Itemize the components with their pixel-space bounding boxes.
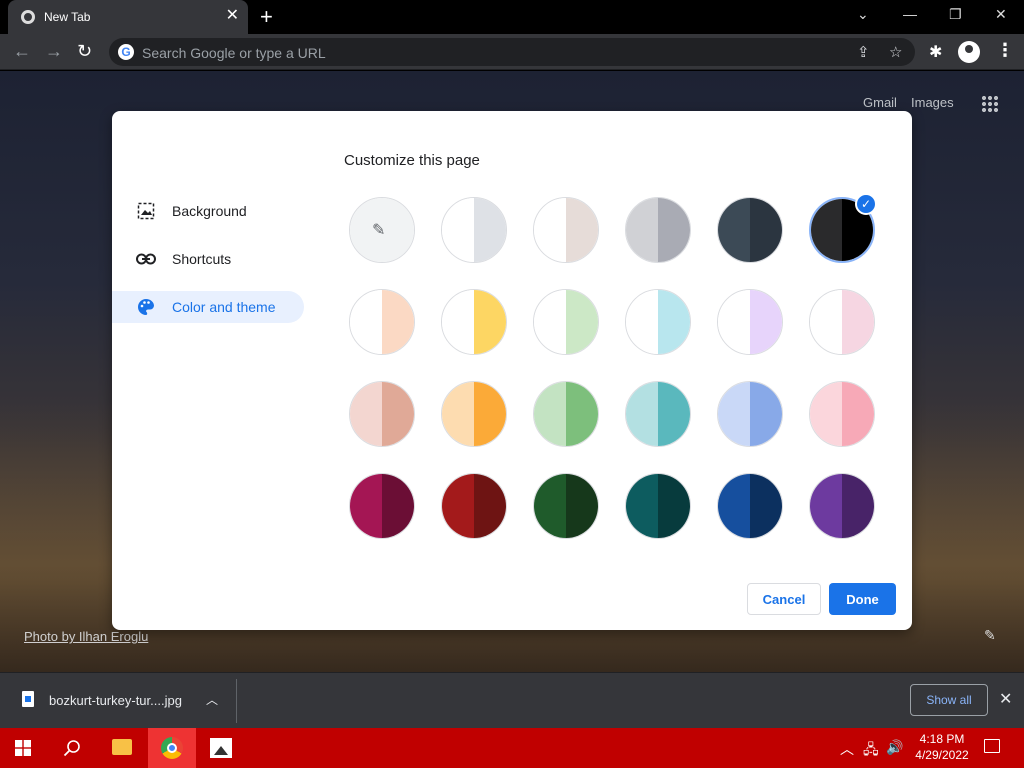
omnibox[interactable]: G Search Google or type a URL ⇪ ☆ [109,38,915,66]
color-swatch[interactable] [349,473,415,539]
color-swatch[interactable] [349,381,415,447]
kebab-menu-icon[interactable]: ⋮ [996,40,1014,61]
search-icon[interactable] [63,739,81,757]
image-icon [136,201,156,221]
share-icon[interactable]: ⇪ [857,43,870,61]
color-swatch[interactable] [717,473,783,539]
sidebar-item-shortcuts[interactable]: Shortcuts [112,243,304,275]
google-apps-icon[interactable] [981,95,999,113]
dialog-title: Customize this page [344,152,480,169]
eyedropper-icon: ✎ [372,222,386,239]
file-icon [22,691,34,707]
omnibox-placeholder[interactable]: Search Google or type a URL [142,45,326,61]
download-bar-close-icon[interactable]: ✕ [999,689,1012,709]
volume-icon[interactable]: 🔊 [886,739,903,756]
clock-date: 4/29/2022 [915,748,969,762]
selected-check-icon: ✓ [855,193,877,215]
profile-icon[interactable] [958,41,980,63]
color-swatch[interactable] [625,197,691,263]
star-icon[interactable]: ☆ [889,43,902,61]
color-swatch[interactable] [625,473,691,539]
windows-start-icon[interactable] [15,740,31,756]
divider [236,679,237,723]
show-all-button[interactable]: Show all [910,684,988,716]
color-swatch[interactable] [533,289,599,355]
browser-toolbar: ← → ↻ G Search Google or type a URL ⇪ ☆ … [0,34,1024,70]
restore-icon[interactable]: ❐ [949,6,962,23]
pencil-icon[interactable]: ✎ [984,627,996,644]
color-swatch[interactable] [625,381,691,447]
images-link[interactable]: Images [911,95,954,110]
tab-new-tab[interactable]: New Tab ✕ [8,0,248,34]
download-file-name[interactable]: bozkurt-turkey-tur....jpg [49,693,182,708]
title-bar: New Tab ✕ + ⌄ — ❐ ✕ [0,0,1024,34]
color-swatch[interactable] [809,381,875,447]
windows-taskbar: ︿ 🖧 🔊 4:18 PM 4/29/2022 [0,728,1024,768]
sidebar-item-label: Background [172,203,247,219]
chrome-favicon-icon [21,10,35,24]
puzzle-icon[interactable]: ✱ [929,42,942,62]
sidebar-item-background[interactable]: Background [112,195,304,227]
taskbar-chrome-button[interactable] [148,728,196,768]
window-close-icon[interactable]: ✕ [995,6,1007,23]
color-swatch[interactable] [533,381,599,447]
color-swatch[interactable] [717,197,783,263]
photos-icon[interactable] [210,738,232,758]
minimize-icon[interactable]: — [903,6,917,22]
sidebar-item-color-and-theme[interactable]: Color and theme [112,291,304,323]
color-swatch[interactable] [441,197,507,263]
tab-title: New Tab [44,10,91,24]
network-icon[interactable]: 🖧 [863,739,879,763]
color-swatch[interactable] [349,289,415,355]
palette-icon [136,297,156,317]
arrow-left-icon[interactable]: ← [13,41,31,61]
color-swatch[interactable] [533,473,599,539]
file-explorer-icon[interactable] [112,739,132,755]
custom-color-swatch[interactable]: ✎ [349,197,415,263]
tab-close-icon[interactable]: ✕ [226,8,239,24]
notification-icon[interactable] [984,739,1000,753]
sidebar-item-label: Color and theme [172,299,276,315]
color-swatch[interactable] [441,381,507,447]
chevron-up-icon[interactable]: ︿ [206,691,218,708]
google-g-icon: G [118,44,134,60]
download-bar: bozkurt-turkey-tur....jpg ︿ Show all ✕ [0,672,1024,728]
photo-credit-link[interactable]: Photo by Ilhan Eroglu [24,629,148,644]
link-icon [136,249,156,269]
cancel-button[interactable]: Cancel [747,583,821,615]
color-swatch[interactable] [441,289,507,355]
arrow-right-icon[interactable]: → [45,41,63,61]
color-swatch[interactable] [717,289,783,355]
color-swatch[interactable] [717,381,783,447]
chevron-up-tray-icon[interactable]: ︿ [840,739,854,759]
system-clock[interactable]: 4:18 PM 4/29/2022 [912,731,972,763]
reload-icon[interactable]: ↻ [77,41,92,61]
chrome-icon [161,737,183,759]
gmail-link[interactable]: Gmail [863,95,897,110]
color-swatch[interactable] [625,289,691,355]
customize-dialog: Customize this page Background Shortcuts… [112,111,912,630]
new-tab-plus-icon[interactable]: + [260,6,273,28]
color-swatch[interactable] [441,473,507,539]
color-swatch[interactable] [809,289,875,355]
done-button[interactable]: Done [829,583,896,615]
sidebar-item-label: Shortcuts [172,251,232,267]
color-swatch[interactable] [533,197,599,263]
clock-time: 4:18 PM [919,732,965,746]
color-swatch[interactable] [809,473,875,539]
tab-search-chevron-icon[interactable]: ⌄ [857,6,869,23]
